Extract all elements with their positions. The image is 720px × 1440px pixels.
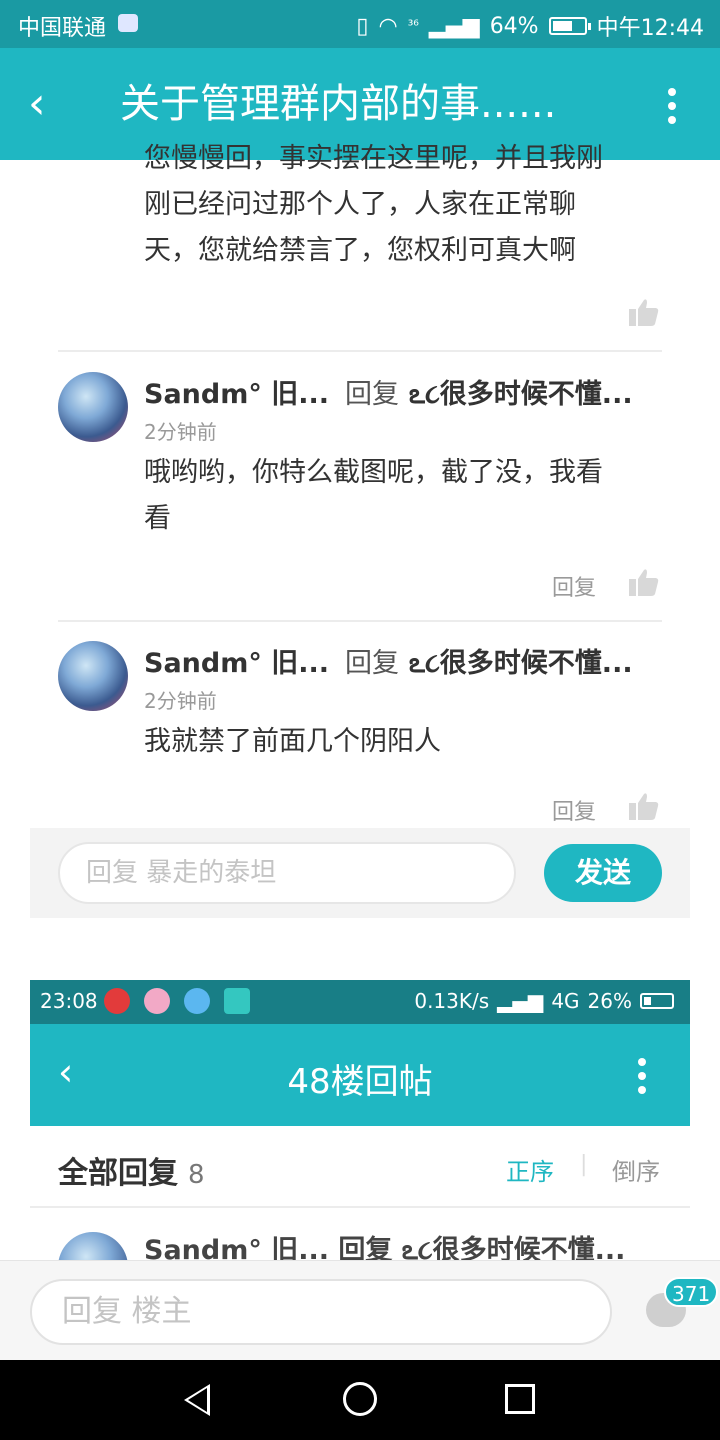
comment-line: 您慢慢回，事实摆在这里呢，并且我刚 [144,143,603,174]
avatar[interactable] [58,641,128,711]
wifi-icon: ◠ [378,13,398,39]
thumbs-up-icon[interactable] [629,792,659,820]
replies-header: 全部回复 8 正序 | 倒序 [30,1126,690,1208]
reply-input[interactable]: 回复 暴走的泰坦 [58,842,516,904]
nav-recents-icon[interactable] [505,1384,535,1414]
app-bar: ‹ 48楼回帖 [30,1024,690,1126]
reply-button[interactable]: 回复 [552,794,596,826]
comment-text: 我就禁了前面几个阴阳人 [144,719,654,765]
more-vert-icon[interactable] [668,88,676,130]
signal-icon: ³⁶ [407,18,419,34]
reply-word: 回复 [345,648,400,679]
comment-line: 刚已经问过那个人了，人家在正常聊 [144,189,576,220]
comment-line: 哦哟哟，你特么截图呢，截了没，我看 [144,457,603,488]
divider [58,620,662,622]
embedded-screenshot: 23:08 0.13K/s ▂▄▆ 4G 26% ‹ 48楼回帖 全部回复 8 正… [30,980,690,1260]
back-icon[interactable]: ‹ [28,78,46,130]
sort-separator: | [580,1152,588,1177]
reply-input[interactable]: 回复 楼主 [30,1279,612,1345]
comment-header: Sandm° 旧... 回复 ఽ૮很多时候不懂... [144,372,633,417]
reply-count: 8 [188,1160,205,1190]
reply-button[interactable]: 回复 [552,570,596,602]
nav-back-icon[interactable] [184,1384,210,1416]
scan-icon [224,988,250,1014]
signal-bars-icon: ▂▄▆ [497,989,544,1013]
comment-line: 我就禁了前面几个阴阳人 [144,726,441,757]
send-button[interactable]: 发送 [544,844,662,902]
page-title: 关于管理群内部的事...... [120,81,557,127]
comment-count-badge: 371 [664,1277,719,1307]
divider [58,350,662,352]
clock: 23:08 [40,989,98,1013]
status-bar: 23:08 0.13K/s ▂▄▆ 4G 26% [30,980,690,1024]
thumbs-up-icon[interactable] [629,298,659,326]
music-app-icon [104,988,130,1014]
carrier-label: 中国联通 [18,16,107,41]
network-type: 4G [551,989,580,1013]
weather-icon [184,988,210,1014]
comment-line: 天，您就给禁言了，您权利可真大啊 [144,235,576,266]
battery-percent: 64% [489,13,539,39]
nav-home-icon[interactable] [343,1382,377,1416]
reply-word: 回复 [345,379,400,410]
status-bar: 中国联通 ▯ ◠ ³⁶ ▂▄▆ 64% 中午12:44 [0,0,720,48]
comment-text: 哦哟哟，你特么截图呢，截了没，我看 看 [144,450,654,542]
battery-percent: 26% [587,989,632,1013]
author-name[interactable]: Sandm° 旧... [144,379,329,410]
thumbs-up-icon[interactable] [629,568,659,596]
all-replies-label: 全部回复 8 [58,1148,205,1192]
all-replies-text: 全部回复 [58,1156,178,1191]
sort-descending-tab[interactable]: 倒序 [612,1152,660,1187]
reply-target[interactable]: ఽ૮很多时候不懂... [409,648,633,679]
battery-icon [640,993,674,1009]
comment-header: Sandm° 旧... 回复 ఽ૮很多时候不懂... [144,641,633,686]
comment-time: 2分钟前 [144,420,217,444]
vibrate-icon: ▯ [356,13,369,39]
comment-line: 看 [144,503,171,534]
flower-app-icon [144,988,170,1014]
message-app-icon [118,14,138,32]
comment-time: 2分钟前 [144,689,217,713]
avatar [58,1232,128,1260]
author-name[interactable]: Sandm° 旧... [144,648,329,679]
avatar[interactable] [58,372,128,442]
comment-header: Sandm° 旧... 回复 ఽ૮很多时候不懂... [144,1235,626,1260]
reply-target[interactable]: ఽ૮很多时候不懂... [409,379,633,410]
notification-icons [104,988,250,1014]
reply-composer: 回复 暴走的泰坦 发送 [30,828,690,918]
page-title: 48楼回帖 [287,1062,433,1102]
more-vert-icon[interactable] [638,1058,646,1100]
clock: 中午12:44 [596,16,704,41]
sort-ascending-tab[interactable]: 正序 [506,1152,554,1187]
net-speed: 0.13K/s [414,989,490,1013]
navigation-bar [0,1360,720,1440]
bottom-reply-bar: 回复 楼主 371 [0,1260,720,1360]
battery-icon [548,17,591,35]
comment-text: 您慢慢回，事实摆在这里呢，并且我刚 刚已经问过那个人了，人家在正常聊 天，您就给… [144,136,654,274]
signal-bars-icon: ▂▄▆ [428,13,480,39]
